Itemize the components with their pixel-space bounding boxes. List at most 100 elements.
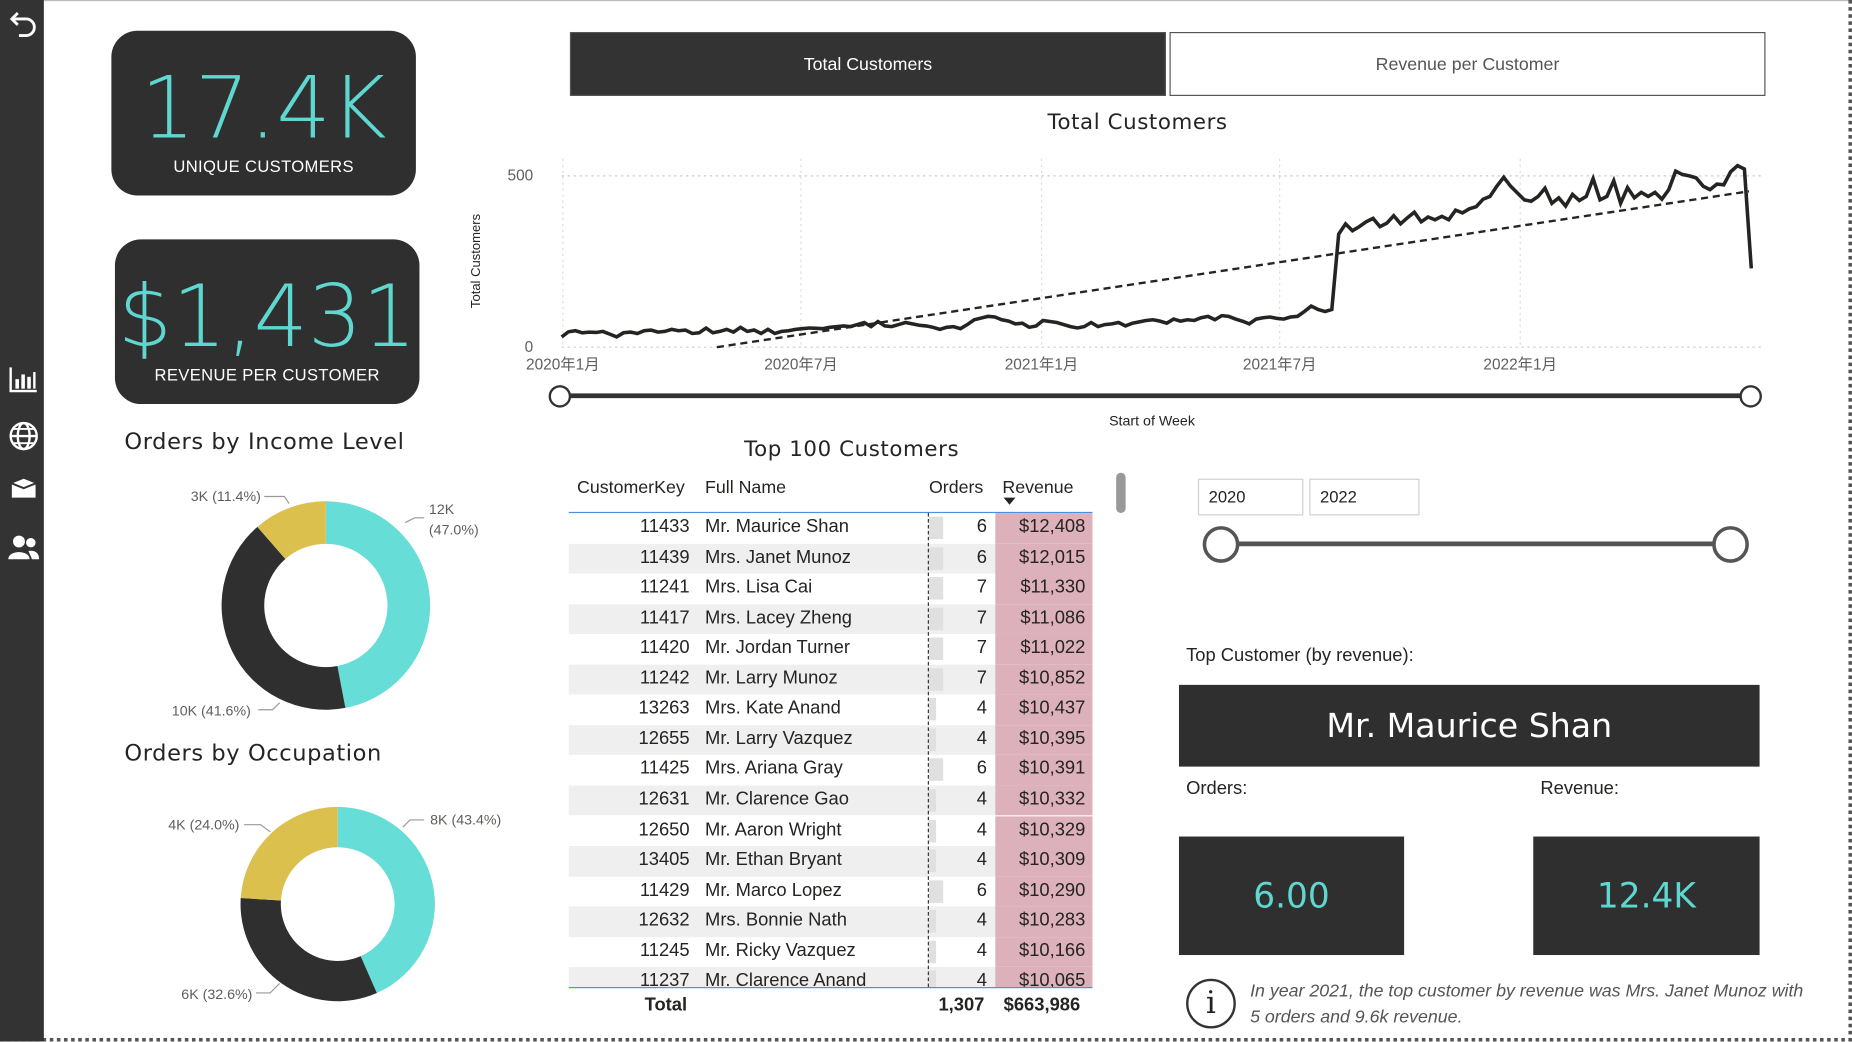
cell-orders: 4 <box>976 819 988 840</box>
cell-orders: 7 <box>976 667 988 689</box>
table-row[interactable]: 11242 Mr. Larry Munoz 7 $10,852 <box>568 664 1093 695</box>
orders-databar <box>928 879 944 903</box>
report-canvas: 17.4K UNIQUE CUSTOMERS $1,431 REVENUE PE… <box>0 0 1852 1042</box>
table-row[interactable]: 11245 Mr. Ricky Vazquez 4 $10,166 <box>569 936 1093 968</box>
top-customer-revenue-value: 12.4K <box>1533 836 1760 956</box>
cell-orders: 4 <box>976 728 988 749</box>
table-scrollbar[interactable] <box>1116 472 1126 514</box>
col-header-customerkey[interactable]: CustomerKey <box>577 478 685 498</box>
back-arrow-icon[interactable] <box>7 7 40 40</box>
revenue-per-customer-card: $1,431 REVENUE PER CUSTOMER <box>114 239 420 405</box>
col-header-orders[interactable]: Orders <box>929 478 983 498</box>
revenue-per-customer-label: REVENUE PER CUSTOMER <box>154 364 380 384</box>
revenue-per-customer-value: $1,431 <box>117 266 417 367</box>
cell-fullname: Mrs. Bonnie Nath <box>705 910 847 931</box>
orders-databar <box>928 637 944 661</box>
year-slider-end-handle[interactable] <box>1712 526 1749 563</box>
table-row[interactable]: 12650 Mr. Aaron Wright 4 $10,329 <box>569 815 1093 847</box>
cell-customerkey: 13263 <box>638 698 690 719</box>
year-slider-start-handle[interactable] <box>1202 526 1240 563</box>
orders-databar <box>928 546 944 570</box>
cell-fullname: Mr. Jordan Turner <box>705 637 850 658</box>
orders-databar <box>928 940 937 963</box>
cell-revenue: $10,309 <box>1018 849 1086 870</box>
x-tick-3: 2021年7月 <box>1243 356 1317 374</box>
table-row[interactable]: 11241 Mrs. Lisa Cai 7 $11,330 <box>569 573 1093 604</box>
orders-databar <box>928 516 944 540</box>
orders-databar <box>928 698 937 721</box>
cell-revenue: $11,022 <box>1020 637 1086 658</box>
orders-databar <box>928 758 944 782</box>
cell-revenue: $10,290 <box>1018 879 1086 901</box>
cell-customerkey: 11237 <box>639 970 690 988</box>
cell-customerkey: 11433 <box>639 516 690 537</box>
box-icon[interactable] <box>7 472 40 505</box>
cell-orders: 7 <box>976 577 988 598</box>
year-from-input[interactable]: 2020 <box>1197 478 1304 516</box>
sort-desc-icon[interactable] <box>1003 497 1016 505</box>
table-row[interactable]: 11237 Mr. Clarence Anand 4 $10,065 <box>568 967 1093 988</box>
income-chart-title: Orders by Income Level <box>124 428 405 456</box>
table-row[interactable]: 11429 Mr. Marco Lopez 6 $10,290 <box>569 876 1093 907</box>
users-icon[interactable] <box>7 531 40 564</box>
table-row[interactable]: 13405 Mr. Ethan Bryant 4 $10,309 <box>568 846 1093 877</box>
orders-databar <box>928 970 937 988</box>
y-tick-0: 0 <box>525 339 534 356</box>
cell-fullname: Mrs. Lacey Zheng <box>705 607 853 628</box>
total-customers-toggle[interactable]: Total Customers <box>569 31 1166 96</box>
table-row[interactable]: 11417 Mrs. Lacey Zheng 7 $11,086 <box>568 603 1093 635</box>
table-row[interactable]: 11439 Mrs. Janet Munoz 6 $12,015 <box>568 543 1093 574</box>
cell-customerkey: 11417 <box>639 607 690 628</box>
table-row[interactable]: 12631 Mr. Clarence Gao 4 $10,332 <box>568 785 1093 816</box>
date-range-slider-track <box>559 393 1752 399</box>
year-to-input[interactable]: 2022 <box>1309 478 1420 516</box>
col-header-fullname[interactable]: Full Name <box>705 478 786 498</box>
year-slider-track <box>1220 541 1730 547</box>
cell-orders: 4 <box>976 789 988 810</box>
cell-orders: 4 <box>976 940 988 961</box>
cell-customerkey: 11429 <box>639 879 690 901</box>
line-chart-ylabel: Total Customers <box>469 213 484 309</box>
series-line <box>560 163 1754 339</box>
orders-databar <box>928 607 944 630</box>
cell-fullname: Mr. Larry Vazquez <box>705 728 853 749</box>
unique-customers-card: 17.4K UNIQUE CUSTOMERS <box>111 30 416 196</box>
cell-fullname: Mrs. Kate Anand <box>705 698 841 719</box>
table-row[interactable]: 12632 Mrs. Bonnie Nath 4 $10,283 <box>568 906 1093 937</box>
occupation-chart-title: Orders by Occupation <box>124 740 382 767</box>
cell-revenue: $10,852 <box>1018 667 1086 689</box>
date-slider-end-handle[interactable] <box>1739 385 1762 408</box>
table-row[interactable]: 11425 Mrs. Ariana Gray 6 $10,391 <box>569 755 1093 786</box>
orders-databar <box>928 728 937 752</box>
cell-fullname: Mr. Aaron Wright <box>705 819 842 840</box>
table-row[interactable]: 11420 Mr. Jordan Turner 7 $11,022 <box>569 634 1093 665</box>
table-row[interactable]: 12655 Mr. Larry Vazquez 4 $10,395 <box>568 724 1093 756</box>
cell-customerkey: 11241 <box>639 577 690 598</box>
cell-customerkey: 13405 <box>638 849 690 870</box>
cell-orders: 6 <box>976 758 988 779</box>
unique-customers-label: UNIQUE CUSTOMERS <box>173 156 354 176</box>
cell-orders: 7 <box>976 637 988 658</box>
cell-orders: 7 <box>976 607 988 628</box>
unique-customers-value: 17.4K <box>140 58 387 158</box>
table-footer-divider <box>568 987 1093 989</box>
col-header-revenue[interactable]: Revenue <box>1002 478 1073 498</box>
orders-databar <box>928 667 944 691</box>
table-row[interactable]: 13263 Mrs. Kate Anand 4 $10,437 <box>569 694 1093 725</box>
cell-customerkey: 12650 <box>638 819 690 840</box>
cell-customerkey: 11242 <box>639 667 690 689</box>
cell-orders: 6 <box>976 516 988 537</box>
cell-customerkey: 12631 <box>638 789 690 810</box>
orders-column-divider <box>927 513 929 988</box>
cell-revenue: $10,395 <box>1018 728 1086 749</box>
date-slider-start-handle[interactable] <box>548 385 572 408</box>
top-customer-name: Mr. Maurice Shan <box>1178 684 1760 767</box>
table-row[interactable]: 11433 Mr. Maurice Shan 6 $12,408 <box>569 513 1093 544</box>
orders-databar <box>928 789 937 812</box>
cell-fullname: Mr. Larry Munoz <box>705 667 838 689</box>
orders-databar <box>928 849 937 873</box>
revenue-per-customer-toggle[interactable]: Revenue per Customer <box>1169 31 1766 96</box>
globe-icon[interactable] <box>7 419 40 452</box>
bar-chart-icon[interactable] <box>7 363 40 396</box>
total-orders: 1,307 <box>938 995 985 1016</box>
